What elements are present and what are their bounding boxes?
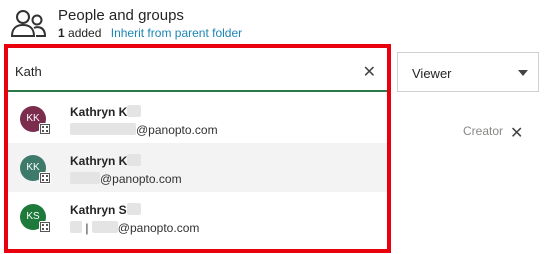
result-name: Kathryn K [70,154,142,168]
result-email: | @panopto.com [70,221,199,235]
role-select[interactable]: Viewer [397,52,539,92]
result-email: @panopto.com [70,172,182,186]
building-icon [39,221,51,233]
existing-member-role[interactable]: Creator [463,124,503,138]
people-search-box[interactable]: ✕ [8,52,388,92]
remove-member-close-icon[interactable]: ✕ [510,123,523,143]
section-title: People and groups [58,7,184,24]
building-icon [39,123,51,135]
result-name: Kathryn K [70,105,142,119]
added-label: added [68,26,102,40]
close-icon[interactable]: ✕ [363,62,376,82]
chevron-down-icon [518,70,528,76]
added-summary: 1 added Inherit from parent folder [58,26,242,40]
search-result-item[interactable]: KS Kathryn S | @panopto.com [8,192,388,241]
result-name: Kathryn S [70,203,141,217]
inherit-from-parent-link[interactable]: Inherit from parent folder [111,26,242,40]
people-icon [10,10,46,37]
building-icon [39,172,51,184]
added-count: 1 [58,26,65,40]
search-result-item[interactable]: KK Kathryn K @panopto.com [8,94,388,143]
role-select-value: Viewer [412,66,452,81]
people-search-input[interactable] [13,63,347,80]
search-result-item[interactable]: KK Kathryn K @panopto.com [8,143,388,192]
search-results-list: KK Kathryn K @panopto.com KK Kathryn K @… [8,94,388,241]
result-email: @panopto.com [70,123,218,137]
